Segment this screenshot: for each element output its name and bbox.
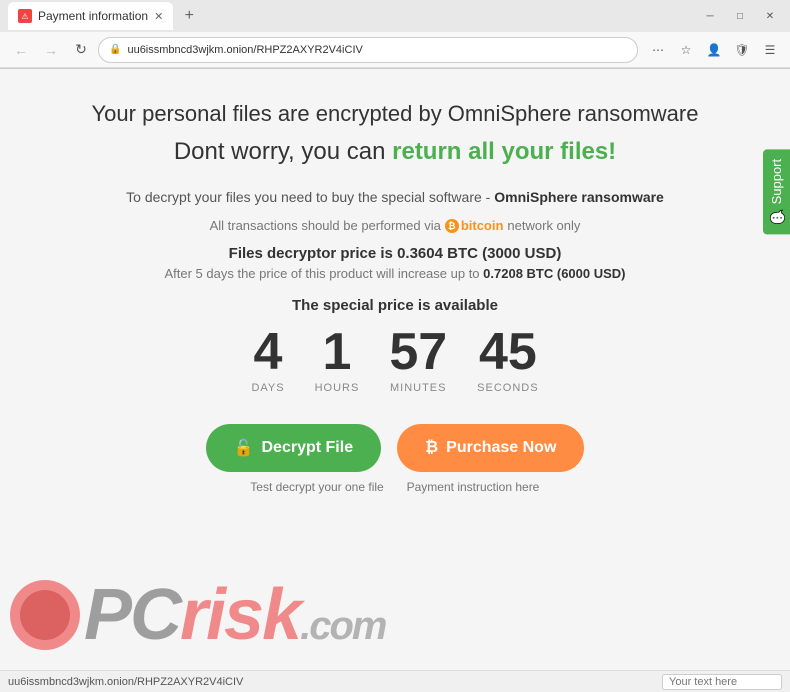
status-url: uu6issmbncd3wjkm.onion/RHPZ2AXYR2V4iCIV [8,676,654,688]
decrypt-label: Decrypt File [262,439,354,457]
seconds-number: 45 [479,326,537,378]
decrypt-button[interactable]: 🔓 Decrypt File [206,424,382,472]
decrypt-icon: 🔓 [234,438,254,458]
increase-prefix: After 5 days the price of this product w… [164,266,483,281]
shield-button[interactable]: 🛡 [730,38,754,62]
bitcoin-text-suffix: network only [507,218,580,233]
watermark-overlay: PCrisk.com [0,560,790,670]
url-text: uu6issmbncd3wjkm.onion/RHPZ2AXYR2V4iCIV [127,44,627,56]
main-heading: Your personal files are encrypted by Omn… [92,99,699,130]
support-icon: 💬 [769,209,784,225]
bitcoin-text-prefix: All transactions should be performed via [210,218,441,233]
decrypt-caption: Test decrypt your one file [247,480,387,494]
back-button[interactable]: ← [8,37,34,63]
bitcoin-name: bitcoin [461,218,504,233]
refresh-button[interactable]: ↻ [68,37,94,63]
countdown-days: 4 DAYS [251,326,284,394]
sub-heading-prefix: Dont worry, you can [174,138,392,165]
watermark-pc: PC [84,575,180,655]
minutes-number: 57 [389,326,447,378]
browser-tab[interactable]: ⚠ Payment information ✕ [8,2,173,30]
higher-price: 0.7208 BTC (6000 USD) [483,266,625,281]
nav-extra-buttons: ⋯ ☆ 👤 🛡 ☰ [646,38,782,62]
sub-heading: Dont worry, you can return all your file… [174,138,616,166]
hours-number: 1 [322,326,351,378]
special-price-label: The special price is available [292,297,498,314]
button-row: 🔓 Decrypt File ₿ Purchase Now [206,424,585,472]
watermark-circle [10,580,80,650]
days-number: 4 [254,326,283,378]
watermark-circle-inner [20,590,70,640]
days-label: DAYS [251,382,284,394]
tab-close-button[interactable]: ✕ [154,10,163,23]
address-bar[interactable]: 🔒 uu6issmbncd3wjkm.onion/RHPZ2AXYR2V4iCI… [98,37,638,63]
bookmark-button[interactable]: ☆ [674,38,698,62]
purchase-button[interactable]: ₿ Purchase Now [397,424,584,472]
close-button[interactable]: ✕ [758,4,782,28]
price-line: Files decryptor price is 0.3604 BTC (300… [229,245,562,262]
navbar: ← → ↻ 🔒 uu6issmbncd3wjkm.onion/RHPZ2AXYR… [0,32,790,68]
purchase-caption: Payment instruction here [403,480,543,494]
hours-label: HOURS [315,382,360,394]
bitcoin-icon: ₿ [445,219,459,233]
minimize-button[interactable]: ─ [698,4,722,28]
maximize-button[interactable]: □ [728,4,752,28]
countdown-hours: 1 HOURS [315,326,360,394]
lock-icon: 🔒 [109,44,121,55]
tab-title: Payment information [38,9,148,23]
watermark-com: .com [300,604,385,648]
menu-button[interactable]: ☰ [758,38,782,62]
status-input[interactable] [662,674,782,690]
bitcoin-logo: ₿ bitcoin [445,218,504,233]
page-content: 💬 Support Your personal files are encryp… [0,69,790,670]
profile-button[interactable]: 👤 [702,38,726,62]
extensions-button[interactable]: ⋯ [646,38,670,62]
seconds-label: SECONDS [477,382,538,394]
watermark-risk: risk [180,575,300,655]
countdown-minutes: 57 MINUTES [389,326,447,394]
minutes-label: MINUTES [390,382,447,394]
countdown: 4 DAYS 1 HOURS 57 MINUTES 45 SECONDS [251,326,538,394]
support-label: Support [769,159,784,205]
price-value: 0.3604 BTC (3000 USD) [397,245,561,262]
increase-line: After 5 days the price of this product w… [164,266,625,281]
window-controls: ─ □ ✕ [698,4,782,28]
status-bar: uu6issmbncd3wjkm.onion/RHPZ2AXYR2V4iCIV [0,670,790,692]
bitcoin-purchase-icon: ₿ [425,439,438,457]
title-bar: ⚠ Payment information ✕ + ─ □ ✕ [0,0,790,32]
brand-name: OmniSphere ransomware [494,189,664,205]
watermark-text: PCrisk.com [84,579,386,651]
button-captions: Test decrypt your one file Payment instr… [247,480,543,494]
forward-button[interactable]: → [38,37,64,63]
watermark-logo: PCrisk.com [0,579,386,651]
description: To decrypt your files you need to buy th… [126,186,664,208]
support-tab[interactable]: 💬 Support [763,149,790,234]
tab-favicon: ⚠ [18,9,32,23]
bitcoin-line: All transactions should be performed via… [210,218,581,233]
sub-heading-highlight: return all your files! [392,138,616,165]
price-label: Files decryptor price is [229,245,397,262]
purchase-label: Purchase Now [446,439,556,457]
new-tab-button[interactable]: + [177,4,201,28]
browser-chrome: ⚠ Payment information ✕ + ─ □ ✕ ← → ↻ 🔒 … [0,0,790,69]
description-prefix: To decrypt your files you need to buy th… [126,189,494,205]
countdown-seconds: 45 SECONDS [477,326,538,394]
